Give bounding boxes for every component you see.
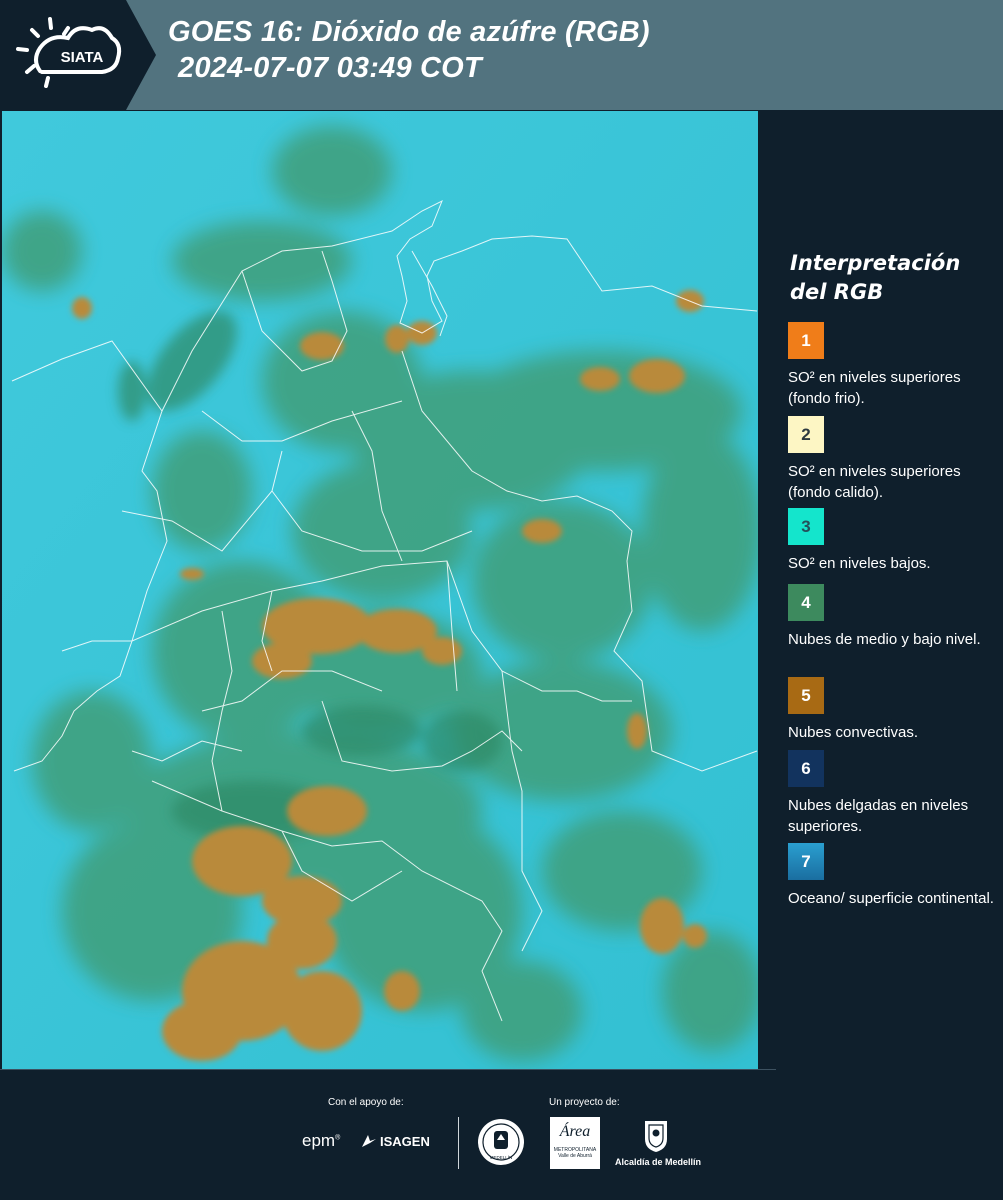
svg-text:MEDELLÍN: MEDELLÍN — [490, 1154, 513, 1160]
title-line-2: 2024-07-07 03:49 COT — [178, 52, 482, 84]
isagen-icon — [362, 1135, 376, 1147]
title-line-1: GOES 16: Dióxido de azúfre (RGB) — [168, 16, 650, 48]
isagen-text: ISAGEN — [380, 1133, 430, 1149]
medellin-seal: MEDELLÍN — [477, 1118, 525, 1166]
legend-swatch: 5 — [788, 677, 824, 714]
satellite-map — [2, 111, 758, 1069]
legend-swatch: 4 — [788, 584, 824, 621]
legend-label: Nubes de medio y bajo nivel. — [788, 631, 981, 648]
legend-swatch: 1 — [788, 322, 824, 359]
legend-swatch: 6 — [788, 750, 824, 787]
project-label: Un proyecto de: — [549, 1097, 620, 1108]
legend-item-4: 4 Nubes de medio y bajo nivel. — [788, 584, 998, 650]
legend-title-line-1: Interpretación — [790, 251, 961, 275]
area-line-2: Valle de Aburrá — [558, 1153, 592, 1159]
legend-label: SO² en niveles superiores (fondo frio). — [788, 369, 961, 407]
page-title: GOES 16: Dióxido de azúfre (RGB) 2024-07… — [168, 14, 650, 86]
legend-item-6: 6 Nubes delgadas en niveles superiores. — [788, 750, 998, 837]
footer-divider — [0, 1069, 776, 1070]
legend-label: SO² en niveles bajos. — [788, 555, 931, 572]
legend-label: Oceano/ superficie continental. — [788, 890, 994, 907]
legend-item-7: 7 Oceano/ superficie continental. — [788, 843, 998, 909]
alcaldia-text: Alcaldía de Medellín — [614, 1157, 702, 1167]
legend-item-5: 5 Nubes convectivas. — [788, 677, 998, 743]
epm-logo: epm® — [302, 1131, 341, 1150]
legend-item-1: 1 SO² en niveles superiores (fondo frio)… — [788, 322, 998, 409]
legend-label: Nubes convectivas. — [788, 724, 919, 741]
legend-item-3: 3 SO² en niveles bajos. — [788, 508, 998, 574]
legend-label: SO² en niveles superiores (fondo calido)… — [788, 463, 961, 501]
legend-swatch: 2 — [788, 416, 824, 453]
legend-title: Interpretación del RGB — [790, 249, 960, 307]
area-script: Área — [559, 1123, 591, 1140]
isagen-logo: ISAGEN — [360, 1133, 430, 1149]
legend-title-line-2: del RGB — [790, 280, 884, 304]
support-label: Con el apoyo de: — [328, 1097, 404, 1108]
area-metropolitana-logo: Área METROPOLITANA Valle de Aburrá — [550, 1117, 600, 1169]
legend-panel: Interpretación del RGB 1 SO² en niveles … — [762, 111, 1003, 1069]
footer-vertical-divider — [458, 1117, 459, 1169]
header-bar: SIATA GOES 16: Dióxido de azúfre (RGB) 2… — [0, 0, 1003, 110]
epm-text: epm — [302, 1131, 336, 1150]
alcaldia-logo: Alcaldía de Medellín — [612, 1119, 704, 1171]
footer: Con el apoyo de: Un proyecto de: epm® IS… — [0, 1069, 1003, 1200]
alcaldia-shield-icon — [645, 1121, 667, 1152]
svg-text:SIATA: SIATA — [61, 49, 104, 66]
legend-swatch: 3 — [788, 508, 824, 545]
legend-label: Nubes delgadas en niveles superiores. — [788, 797, 969, 835]
legend-item-2: 2 SO² en niveles superiores (fondo calid… — [788, 416, 998, 501]
siata-logo: SIATA — [0, 0, 156, 110]
legend-swatch: 7 — [788, 843, 824, 880]
